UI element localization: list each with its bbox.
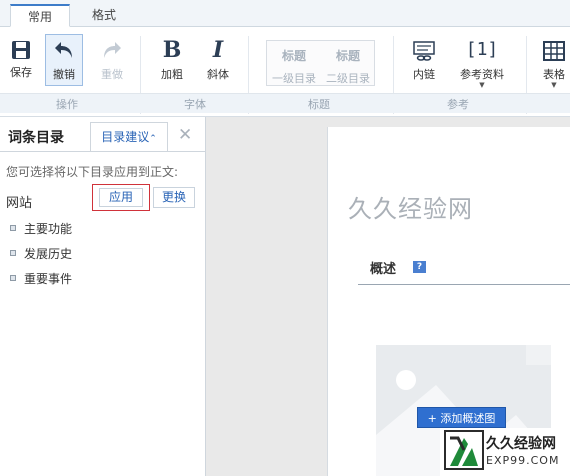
redo-button[interactable]: 重做 [96,36,128,82]
help-icon[interactable]: ? [413,261,426,273]
chevron-down-icon: ▼ [551,81,557,89]
group-label-operation: 操作 [56,98,78,111]
watermark-domain: EXP99.COM [486,454,560,467]
undo-arrow-icon [55,42,72,58]
save-button[interactable]: 保存 [6,36,36,80]
group-label-heading: 标题 [308,98,330,111]
chevron-up-icon: ⌃ [149,134,157,144]
panel-divider [0,151,206,152]
tab-format[interactable]: 格式 [80,4,128,27]
entry-name: 网站 [6,196,33,211]
bold-button[interactable]: B 加粗 [156,36,188,82]
list-item[interactable]: 主要功能 [10,220,72,237]
heading2-button[interactable]: 标题 二级目录 [321,41,375,86]
close-icon[interactable]: ✕ [178,125,192,145]
save-icon [12,41,30,59]
apply-button[interactable]: 应用 [99,188,143,207]
panel-title: 词条目录 [8,130,64,146]
toc-panel: 词条目录 目录建议⌃ ✕ 您可选择将以下目录应用到正文: 网站 应用 更换 主要… [0,117,206,476]
link-icon [413,41,435,61]
bullet-icon [10,250,16,256]
inline-link-button[interactable]: 内链 [408,36,440,82]
section-underline [358,284,570,285]
ribbon-tab-bar: 常用 格式 [0,0,570,27]
panel-hint: 您可选择将以下目录应用到正文: [6,165,179,179]
plus-icon: + [427,412,441,425]
add-summary-image-button[interactable]: + 添加概述图 [417,407,506,428]
italic-button[interactable]: I 斜体 [202,36,234,82]
watermark-name: 久久经验网 [486,436,556,452]
undo-button[interactable]: 撤销 [48,36,80,82]
reference-button[interactable]: [1] 参考资料 ▼ [454,36,510,89]
group-label-font: 字体 [184,98,206,111]
site-logo [444,430,484,470]
chevron-down-icon: ▼ [479,81,485,89]
editor-page[interactable]: 久久经验网 概述 ? + 添加概述图 [327,127,570,476]
bullet-icon [10,275,16,281]
heading-buttons: 标题 一级目录 标题 二级目录 [266,40,375,86]
reference-badge-icon: [1] [465,39,499,60]
tab-common[interactable]: 常用 [10,4,70,27]
list-item[interactable]: 重要事件 [10,270,72,287]
table-button[interactable]: 表格 ▼ [538,36,570,89]
tab-toc-suggestion[interactable]: 目录建议⌃ [90,122,168,151]
ribbon-group-labels: 操作 字体 标题 参考 [0,93,570,113]
heading1-button[interactable]: 标题 一级目录 [267,41,321,86]
table-icon [543,41,565,61]
italic-icon: I [212,37,224,63]
redo-arrow-icon [104,42,121,58]
site-watermark: 久久经验网 EXP99.COM [440,428,570,476]
group-label-reference: 参考 [447,98,469,111]
change-button[interactable]: 更换 [153,187,195,208]
entry-title[interactable]: 久久经验网 [348,189,473,224]
bullet-icon [10,225,16,231]
apply-button-highlight: 应用 [92,184,150,211]
bold-icon: B [162,37,182,63]
list-item[interactable]: 发展历史 [10,245,72,262]
section-heading[interactable]: 概述 [370,258,396,277]
